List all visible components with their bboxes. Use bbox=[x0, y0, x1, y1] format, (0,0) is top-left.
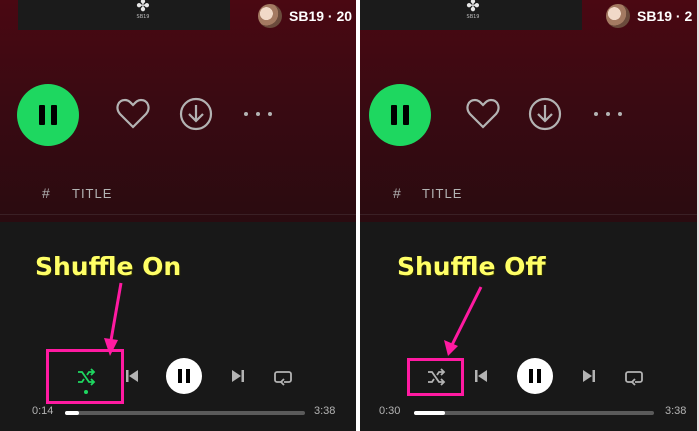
annotation-label: Shuffle On bbox=[35, 252, 182, 281]
current-time: 0:30 bbox=[379, 405, 401, 417]
progress-fill bbox=[414, 411, 446, 415]
artist-name[interactable]: SB19 · 2 bbox=[637, 8, 692, 24]
album-art-banner: ✤ SB19 bbox=[18, 0, 230, 30]
pause-icon bbox=[178, 369, 182, 383]
heart-icon[interactable] bbox=[115, 96, 151, 132]
spotify-panel-shuffle-off: ✤SB19 SB19 · 2 # TITLE Shuffle Off 0:30 bbox=[360, 0, 699, 431]
shuffle-active-dot bbox=[84, 390, 88, 394]
heart-icon[interactable] bbox=[465, 96, 501, 132]
band-logo: ✤ SB19 bbox=[134, 0, 152, 20]
download-icon[interactable] bbox=[178, 96, 214, 132]
pause-icon bbox=[391, 105, 397, 125]
column-title[interactable]: TITLE bbox=[72, 186, 112, 201]
play-pause-button[interactable] bbox=[369, 84, 431, 146]
pause-button[interactable] bbox=[166, 358, 202, 394]
previous-icon[interactable] bbox=[123, 367, 141, 385]
band-logo-text: SB19 bbox=[466, 14, 480, 20]
more-icon[interactable] bbox=[241, 104, 275, 124]
shuffle-icon[interactable] bbox=[75, 366, 97, 388]
total-time: 3:38 bbox=[314, 405, 336, 417]
artist-name[interactable]: SB19 · 20 bbox=[289, 8, 352, 24]
pause-button[interactable] bbox=[517, 358, 553, 394]
play-pause-button[interactable] bbox=[17, 84, 79, 146]
column-number: # bbox=[42, 185, 50, 201]
repeat-icon[interactable] bbox=[623, 366, 645, 388]
shuffle-icon[interactable] bbox=[425, 366, 447, 388]
band-logo-text: SB19 bbox=[136, 14, 150, 20]
progress-bar[interactable] bbox=[414, 411, 654, 415]
current-time: 0:14 bbox=[32, 405, 54, 417]
album-art-banner: ✤ SB19 bbox=[360, 0, 582, 30]
next-icon[interactable] bbox=[580, 367, 598, 385]
band-logo: ✤ SB19 bbox=[464, 0, 482, 20]
column-number: # bbox=[393, 185, 401, 201]
progress-bar[interactable] bbox=[65, 411, 305, 415]
download-icon[interactable] bbox=[527, 96, 563, 132]
previous-icon[interactable] bbox=[472, 367, 490, 385]
spotify-panel-shuffle-on: ✤SB19 SB19 · 20 # TITLE Shuffle On 0:14 bbox=[0, 0, 356, 431]
progress-fill bbox=[65, 411, 80, 415]
more-icon[interactable] bbox=[591, 104, 625, 124]
divider bbox=[0, 214, 356, 215]
repeat-icon[interactable] bbox=[272, 366, 294, 388]
column-title[interactable]: TITLE bbox=[422, 186, 462, 201]
artist-avatar[interactable] bbox=[606, 4, 630, 28]
annotation-label: Shuffle Off bbox=[397, 252, 546, 281]
artist-avatar[interactable] bbox=[258, 4, 282, 28]
divider bbox=[360, 214, 699, 215]
next-icon[interactable] bbox=[229, 367, 247, 385]
total-time: 3:38 bbox=[665, 405, 687, 417]
pause-icon bbox=[529, 369, 533, 383]
pause-icon bbox=[39, 105, 45, 125]
